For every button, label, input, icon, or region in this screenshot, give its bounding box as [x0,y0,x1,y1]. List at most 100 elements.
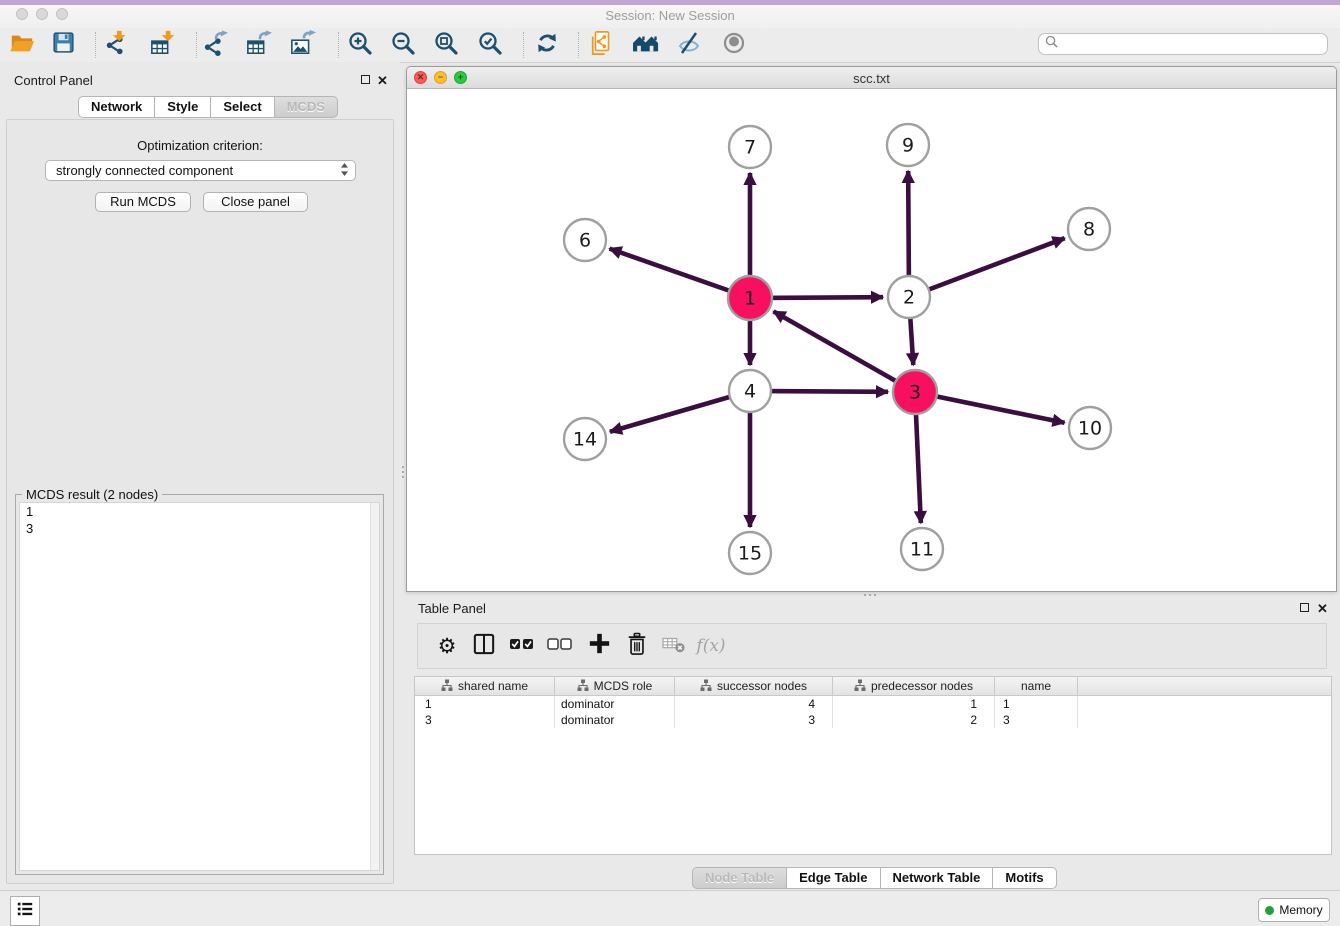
tab-motifs[interactable]: Motifs [993,867,1056,889]
delete-table-button[interactable] [657,624,691,668]
save-session-button[interactable] [49,31,77,59]
close-table-panel-icon[interactable]: ✕ [1317,602,1328,615]
unchecked-boxes-icon [547,637,573,656]
mcds-result-group: MCDS result (2 nodes) 13 [15,494,384,875]
tree-icon [441,679,453,694]
column-header-predecessor-nodes[interactable]: predecessor nodes [833,677,995,695]
zoom-fit-icon [433,30,459,61]
zoom-selected-icon [477,30,503,61]
graph-edge-2-8[interactable] [909,238,1065,297]
table-cell[interactable]: 1 [995,696,1078,712]
graph-node-label: 11 [910,539,934,561]
export-table-button[interactable] [245,31,273,59]
zoom-fit-button[interactable] [432,31,460,59]
graph-edge-3-1[interactable] [773,311,915,392]
delete-row-button[interactable] [620,624,654,668]
tab-network-table[interactable]: Network Table [881,867,994,889]
refresh-icon [534,30,560,61]
toolbar-separator [196,32,197,58]
zoom-in-icon [347,30,373,61]
memory-button[interactable]: Memory [1258,898,1330,922]
table-cell[interactable]: 1 [833,696,995,712]
search-icon [1045,35,1058,53]
graph-node-label: 1 [744,288,756,310]
tab-edge-table[interactable]: Edge Table [787,867,880,889]
window-title: Session: New Session [0,8,1340,23]
graph-node-label: 9 [902,135,914,157]
function-builder-button[interactable]: f(x) [694,624,728,668]
search-input[interactable] [1058,36,1321,52]
column-header-successor-nodes[interactable]: successor nodes [675,677,833,695]
tree-icon [700,679,712,694]
column-header-mcds-role[interactable]: MCDS role [555,677,675,695]
table-cell[interactable]: dominator [555,712,675,728]
close-panel-button[interactable]: Close panel [203,192,308,212]
export-image-button[interactable] [289,31,317,59]
column-header-name[interactable]: name [995,677,1078,695]
column-header-shared-name[interactable]: shared name [415,677,555,695]
mcds-tab-pane: Optimization criterion: strongly connect… [6,119,394,884]
network-document-icon [589,30,615,61]
table-cell[interactable]: dominator [555,696,675,712]
zoom-selected-button[interactable] [476,31,504,59]
tab-network[interactable]: Network [78,96,155,118]
run-mcds-button[interactable]: Run MCDS [95,192,191,212]
plus-icon [588,632,611,660]
column-header-label: shared name [458,679,528,693]
graph-node-label: 10 [1078,418,1102,440]
zoom-out-button[interactable] [389,31,417,59]
os-titlebar: Session: New Session [0,0,1340,29]
select-all-button[interactable] [505,624,539,668]
result-scrollbar[interactable] [370,503,379,870]
hide-selected-button[interactable] [675,31,703,59]
table-panel-title: Table Panel [418,601,486,616]
mcds-result-textarea[interactable]: 13 [19,502,380,871]
table-cell[interactable]: 2 [833,712,995,728]
optimization-criterion-label: Optimization criterion: [7,138,393,153]
close-panel-icon[interactable]: ✕ [377,74,388,87]
table-cell[interactable]: 3 [995,712,1078,728]
import-network-icon [104,30,130,61]
float-table-panel-icon[interactable] [1300,603,1309,612]
table-row[interactable]: 1dominator411 [415,696,1331,712]
export-network-button[interactable] [202,31,230,59]
search-field[interactable] [1038,33,1328,55]
new-network-from-selection-button[interactable] [588,31,616,59]
tab-mcds[interactable]: MCDS [275,96,338,118]
network-canvas[interactable]: 7968124314101511 [407,89,1336,591]
deselect-all-button[interactable] [543,624,577,668]
open-session-button[interactable] [8,31,36,59]
add-row-button[interactable] [582,624,616,668]
tab-select[interactable]: Select [211,96,274,118]
table-cell[interactable]: 3 [415,712,555,728]
first-neighbors-button[interactable] [632,31,660,59]
graph-node-label: 4 [744,381,756,403]
graph-node-label: 6 [579,230,591,252]
column-header-label: name [1021,679,1051,693]
table-settings-button[interactable]: ⚙ [430,624,464,668]
mcds-result-title: MCDS result (2 nodes) [22,487,162,502]
trash-icon [626,632,648,661]
graph-node-label: 3 [909,382,921,404]
task-history-button[interactable] [10,896,40,926]
control-panel-tabs: NetworkStyleSelectMCDS [78,96,338,118]
float-panel-icon[interactable] [361,75,370,84]
split-columns-button[interactable] [467,624,501,668]
zoom-in-button[interactable] [346,31,374,59]
export-table-icon [246,30,272,61]
gear-icon: ⚙ [438,636,457,657]
import-network-button[interactable] [103,31,131,59]
table-cell[interactable]: 1 [415,696,555,712]
tab-style[interactable]: Style [155,96,211,118]
table-row[interactable]: 3dominator323 [415,712,1331,728]
tab-node-table[interactable]: Node Table [692,867,787,889]
control-panel-title: Control Panel [14,73,93,88]
table-cell[interactable]: 4 [675,696,833,712]
criterion-select[interactable]: strongly connected component [45,160,356,181]
show-all-button[interactable] [720,31,748,59]
import-table-button[interactable] [149,31,177,59]
table-cell[interactable]: 3 [675,712,833,728]
network-view-window: ✕ − + scc.txt 7968124314101511 [406,66,1337,592]
network-window-titlebar: ✕ − + scc.txt [407,67,1336,89]
refresh-button[interactable] [533,31,561,59]
